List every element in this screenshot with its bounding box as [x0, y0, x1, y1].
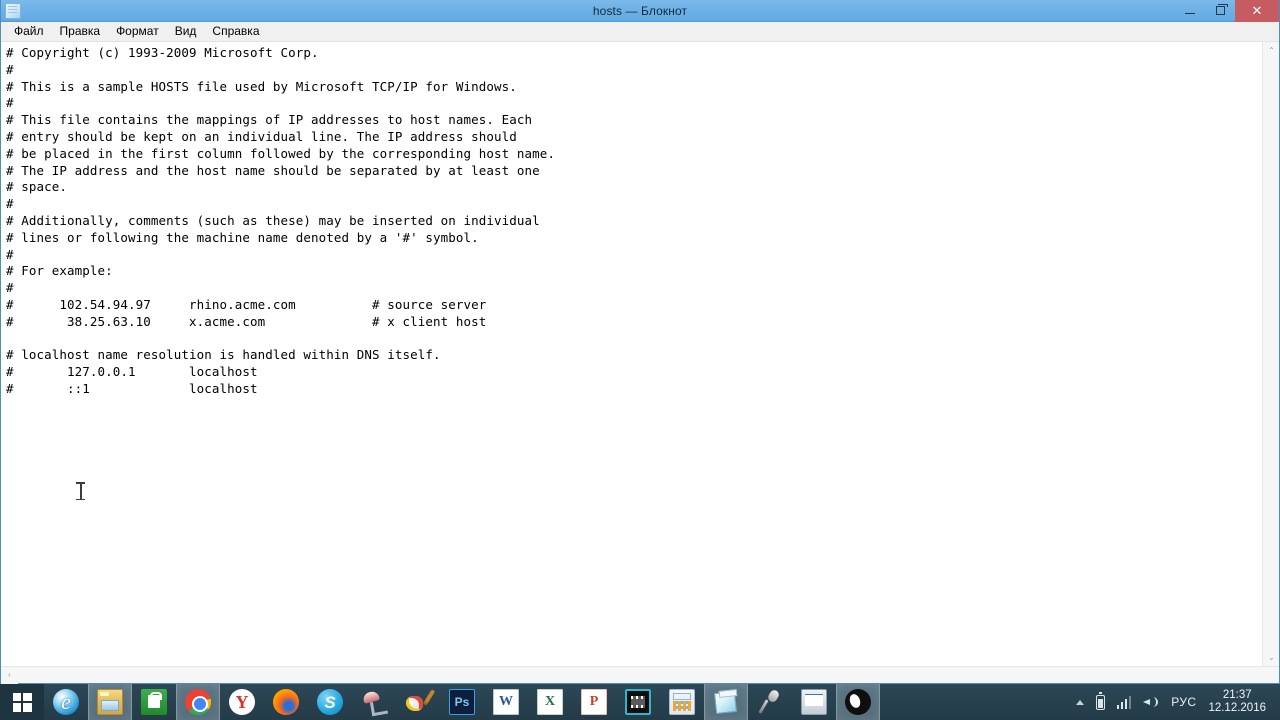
- chrome-icon: [185, 689, 211, 715]
- taskbar-item-obs-studio[interactable]: [836, 684, 880, 720]
- taskbar-item-snipping-tool[interactable]: [352, 684, 396, 720]
- battery-status[interactable]: [1090, 684, 1111, 720]
- notepad-document-icon: [5, 2, 21, 19]
- show-hidden-icons-button[interactable]: [1070, 684, 1090, 720]
- taskbar-item-internet-explorer[interactable]: [44, 684, 88, 720]
- menu-bar: Файл Правка Формат Вид Справка: [1, 22, 1279, 42]
- minimize-icon: [1185, 13, 1195, 14]
- word-icon: [493, 689, 519, 715]
- restore-icon: [1215, 4, 1228, 15]
- monitor-chart-icon: [801, 689, 827, 715]
- volume-control[interactable]: [1137, 684, 1165, 720]
- menu-view[interactable]: Вид: [167, 23, 205, 40]
- speaker-icon: [1143, 695, 1159, 709]
- close-icon: ✕: [1251, 3, 1263, 18]
- window-title: hosts — Блокнот: [592, 3, 688, 18]
- paint-palette-icon: [405, 689, 431, 715]
- clock-time: 21:37: [1222, 689, 1252, 701]
- menu-format[interactable]: Формат: [108, 23, 167, 40]
- taskbar-item-photoshop[interactable]: [440, 684, 484, 720]
- window-controls: ✕: [1175, 0, 1279, 22]
- taskbar-item-notepad[interactable]: [704, 684, 748, 720]
- taskbar-item-excel[interactable]: [528, 684, 572, 720]
- ie-icon: [53, 689, 79, 715]
- taskbar: РУС 21:37 12.12.2016: [0, 684, 1280, 720]
- taskbar-item-windows-store[interactable]: [132, 684, 176, 720]
- clock-date: 12.12.2016: [1208, 702, 1266, 714]
- notepad-window: hosts — Блокнот ✕ Файл Правка Формат Вид…: [0, 0, 1280, 684]
- windows-logo-icon: [12, 692, 32, 712]
- taskbar-item-skype[interactable]: [308, 684, 352, 720]
- taskbar-item-paint[interactable]: [396, 684, 440, 720]
- obs-icon: [845, 689, 871, 715]
- close-button[interactable]: ✕: [1235, 0, 1279, 22]
- powerpoint-icon: [581, 689, 607, 715]
- scissors-icon: [361, 689, 387, 715]
- title-bar[interactable]: hosts — Блокнот ✕: [1, 0, 1279, 22]
- photoshop-icon: [449, 689, 475, 715]
- chevron-up-icon: [1075, 699, 1084, 705]
- taskbar-items: [44, 684, 880, 720]
- taskbar-item-yandex-browser[interactable]: [220, 684, 264, 720]
- taskbar-item-microphone-recorder[interactable]: [748, 684, 792, 720]
- battery-icon: [1095, 692, 1105, 710]
- signal-bars-icon: [1116, 695, 1132, 709]
- taskbar-item-mozilla-firefox[interactable]: [264, 684, 308, 720]
- editor-area: # Copyright (c) 1993-2009 Microsoft Corp…: [1, 42, 1279, 666]
- excel-icon: [537, 689, 563, 715]
- taskbar-item-google-chrome[interactable]: [176, 684, 220, 720]
- store-bag-icon: [141, 689, 167, 715]
- taskbar-item-word[interactable]: [484, 684, 528, 720]
- desktop-screen: hosts — Блокнот ✕ Файл Правка Формат Вид…: [0, 0, 1280, 720]
- notepad-icon: [713, 689, 739, 715]
- scroll-down-button[interactable]: ⌄: [1263, 649, 1279, 666]
- folder-icon: [97, 689, 123, 715]
- taskbar-item-calculator[interactable]: [660, 684, 704, 720]
- film-strip-icon: [625, 689, 651, 715]
- menu-help[interactable]: Справка: [204, 23, 267, 40]
- text-editor[interactable]: # Copyright (c) 1993-2009 Microsoft Corp…: [1, 42, 1262, 666]
- firefox-icon: [273, 689, 299, 715]
- maximize-button[interactable]: [1205, 0, 1235, 22]
- microphone-icon: [757, 689, 783, 715]
- minimize-button[interactable]: [1175, 0, 1205, 22]
- taskbar-item-video-editor[interactable]: [616, 684, 660, 720]
- calculator-icon: [669, 689, 695, 715]
- skype-icon: [317, 689, 343, 715]
- taskbar-item-file-explorer[interactable]: [88, 684, 132, 720]
- scroll-up-button[interactable]: ⌃: [1263, 42, 1279, 59]
- horizontal-scrollbar[interactable]: ‹: [1, 666, 1279, 684]
- taskbar-item-powerpoint[interactable]: [572, 684, 616, 720]
- scroll-left-button[interactable]: ‹: [1, 666, 18, 684]
- system-tray: РУС 21:37 12.12.2016: [1070, 684, 1280, 720]
- menu-file[interactable]: Файл: [6, 23, 52, 40]
- yandex-icon: [229, 689, 255, 715]
- start-button[interactable]: [0, 684, 44, 720]
- menu-edit[interactable]: Правка: [52, 23, 109, 40]
- clock[interactable]: 21:37 12.12.2016: [1202, 689, 1274, 715]
- vertical-scrollbar[interactable]: ⌃ ⌄: [1262, 42, 1279, 666]
- taskbar-item-task-manager[interactable]: [792, 684, 836, 720]
- language-indicator[interactable]: РУС: [1165, 684, 1202, 720]
- network-status[interactable]: [1111, 684, 1138, 720]
